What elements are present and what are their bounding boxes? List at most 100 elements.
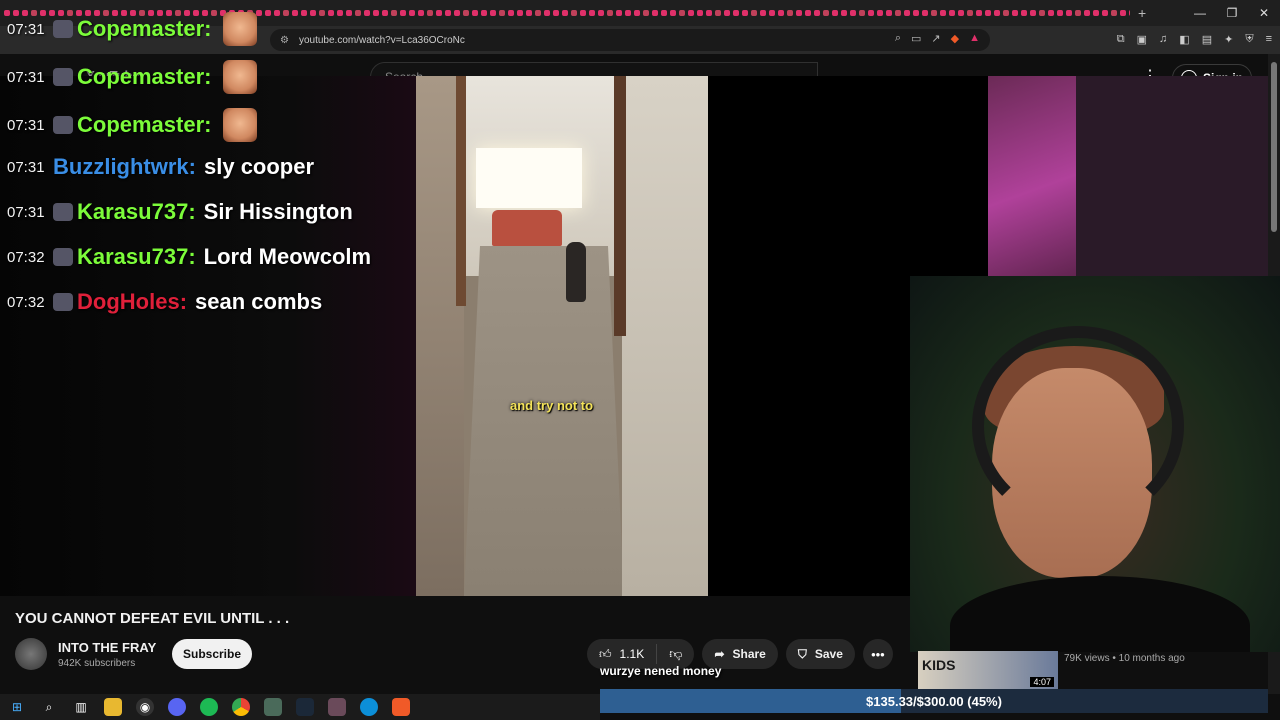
start-icon[interactable]: ⊞ (8, 698, 26, 716)
like-button[interactable]: 👍︎ 1.1K (587, 644, 658, 664)
browser-tab[interactable] (1003, 10, 1009, 16)
browser-tab[interactable] (1021, 10, 1027, 16)
obs-icon[interactable]: ◉ (136, 698, 154, 716)
new-tab-button[interactable]: + (1138, 5, 1146, 21)
browser-tab[interactable] (562, 10, 568, 16)
browser-tab[interactable] (400, 10, 406, 16)
browser-tab[interactable] (283, 10, 289, 16)
browser-tab[interactable] (859, 10, 865, 16)
browser-tab[interactable] (310, 10, 316, 16)
task-view-icon[interactable]: ▥ (72, 698, 90, 716)
recommended-thumbnail[interactable]: KIDS 4:07 (918, 651, 1058, 689)
browser-tab[interactable] (949, 10, 955, 16)
browser-tab[interactable] (526, 10, 532, 16)
browser-tab[interactable] (1129, 10, 1130, 16)
browser-tab[interactable] (589, 10, 595, 16)
leo-icon[interactable]: ✦ (1224, 33, 1233, 46)
browser-tab[interactable] (706, 10, 712, 16)
brave-rewards-icon[interactable]: ▲ (969, 32, 980, 45)
brave-icon[interactable] (392, 698, 410, 716)
url-text[interactable]: youtube.com/watch?v=Lca36OCroNc (299, 35, 465, 46)
browser-tab[interactable] (391, 10, 397, 16)
browser-tab[interactable] (805, 10, 811, 16)
browser-tab[interactable] (454, 10, 460, 16)
screenshot-icon[interactable]: ▣ (1137, 33, 1147, 46)
maximize-button[interactable]: ❐ (1216, 6, 1248, 20)
scrollbar-thumb[interactable] (1271, 62, 1277, 232)
browser-tab[interactable] (1039, 10, 1045, 16)
channel-name[interactable]: INTO THE FRAY (58, 640, 156, 655)
browser-tab[interactable] (823, 10, 829, 16)
browser-tab[interactable] (1084, 10, 1090, 16)
browser-tab[interactable] (931, 10, 937, 16)
more-actions-button[interactable]: ••• (862, 639, 893, 669)
wallet-icon[interactable]: ▤ (1202, 33, 1212, 46)
browser-tab[interactable] (607, 10, 613, 16)
brave-shield-icon[interactable]: ◆ (951, 32, 959, 45)
channel-avatar[interactable] (15, 638, 47, 670)
subscribe-button[interactable]: Subscribe (172, 639, 252, 669)
browser-tab[interactable] (373, 10, 379, 16)
browser-tab[interactable] (994, 10, 1000, 16)
browser-tab[interactable] (1012, 10, 1018, 16)
browser-tab[interactable] (796, 10, 802, 16)
browser-tab[interactable] (580, 10, 586, 16)
browser-tab[interactable] (319, 10, 325, 16)
search-icon[interactable]: ⌕ (40, 698, 58, 716)
browser-tab[interactable] (985, 10, 991, 16)
browser-tab[interactable] (634, 10, 640, 16)
browser-tab[interactable] (922, 10, 928, 16)
browser-tab[interactable] (697, 10, 703, 16)
browser-tab[interactable] (346, 10, 352, 16)
browser-tab[interactable] (517, 10, 523, 16)
save-button[interactable]: ⛉ Save (785, 639, 855, 669)
browser-tab[interactable] (364, 10, 370, 16)
browser-tab[interactable] (1111, 10, 1117, 16)
browser-tab[interactable] (670, 10, 676, 16)
browser-tab[interactable] (733, 10, 739, 16)
browser-tab[interactable] (337, 10, 343, 16)
minimize-button[interactable]: — (1184, 6, 1216, 20)
browser-tab[interactable] (1093, 10, 1099, 16)
browser-tab[interactable] (895, 10, 901, 16)
browser-tab[interactable] (976, 10, 982, 16)
browser-tab[interactable] (463, 10, 469, 16)
browser-tab[interactable] (769, 10, 775, 16)
game-icon[interactable] (328, 698, 346, 716)
spotify-icon[interactable] (200, 698, 218, 716)
browser-tab[interactable] (643, 10, 649, 16)
share-page-icon[interactable]: ↗ (931, 32, 940, 45)
omnibox[interactable]: ⚙ youtube.com/watch?v=Lca36OCroNc ⌕ ▭ ↗ … (270, 29, 990, 51)
browser-tab[interactable] (940, 10, 946, 16)
browser-tab[interactable] (535, 10, 541, 16)
video-frame[interactable]: and try not to (416, 76, 708, 596)
browser-tab[interactable] (1066, 10, 1072, 16)
browser-tab[interactable] (1075, 10, 1081, 16)
browser-tab[interactable] (1048, 10, 1054, 16)
browser-tab[interactable] (499, 10, 505, 16)
browser-tab[interactable] (490, 10, 496, 16)
browser-tab[interactable] (265, 10, 271, 16)
browser-tab[interactable] (913, 10, 919, 16)
browser-tab[interactable] (292, 10, 298, 16)
browser-tab[interactable] (427, 10, 433, 16)
browser-tab[interactable] (1057, 10, 1063, 16)
edge-icon[interactable] (360, 698, 378, 716)
vpn-icon[interactable]: ⛨ (1245, 33, 1253, 46)
browser-tab[interactable] (751, 10, 757, 16)
browser-tab[interactable] (679, 10, 685, 16)
close-window-button[interactable]: ✕ (1248, 6, 1280, 20)
browser-tab[interactable] (841, 10, 847, 16)
browser-tab[interactable] (355, 10, 361, 16)
sidebar-icon[interactable]: ◧ (1179, 33, 1189, 46)
browser-tab[interactable] (481, 10, 487, 16)
browser-tab[interactable] (508, 10, 514, 16)
browser-tab[interactable] (598, 10, 604, 16)
browser-tab[interactable] (1102, 10, 1108, 16)
browser-tab[interactable] (724, 10, 730, 16)
site-settings-icon[interactable]: ⚙ (280, 35, 289, 46)
browser-tab[interactable] (850, 10, 856, 16)
browser-tab[interactable] (715, 10, 721, 16)
browser-tab[interactable] (760, 10, 766, 16)
browser-tab[interactable] (544, 10, 550, 16)
